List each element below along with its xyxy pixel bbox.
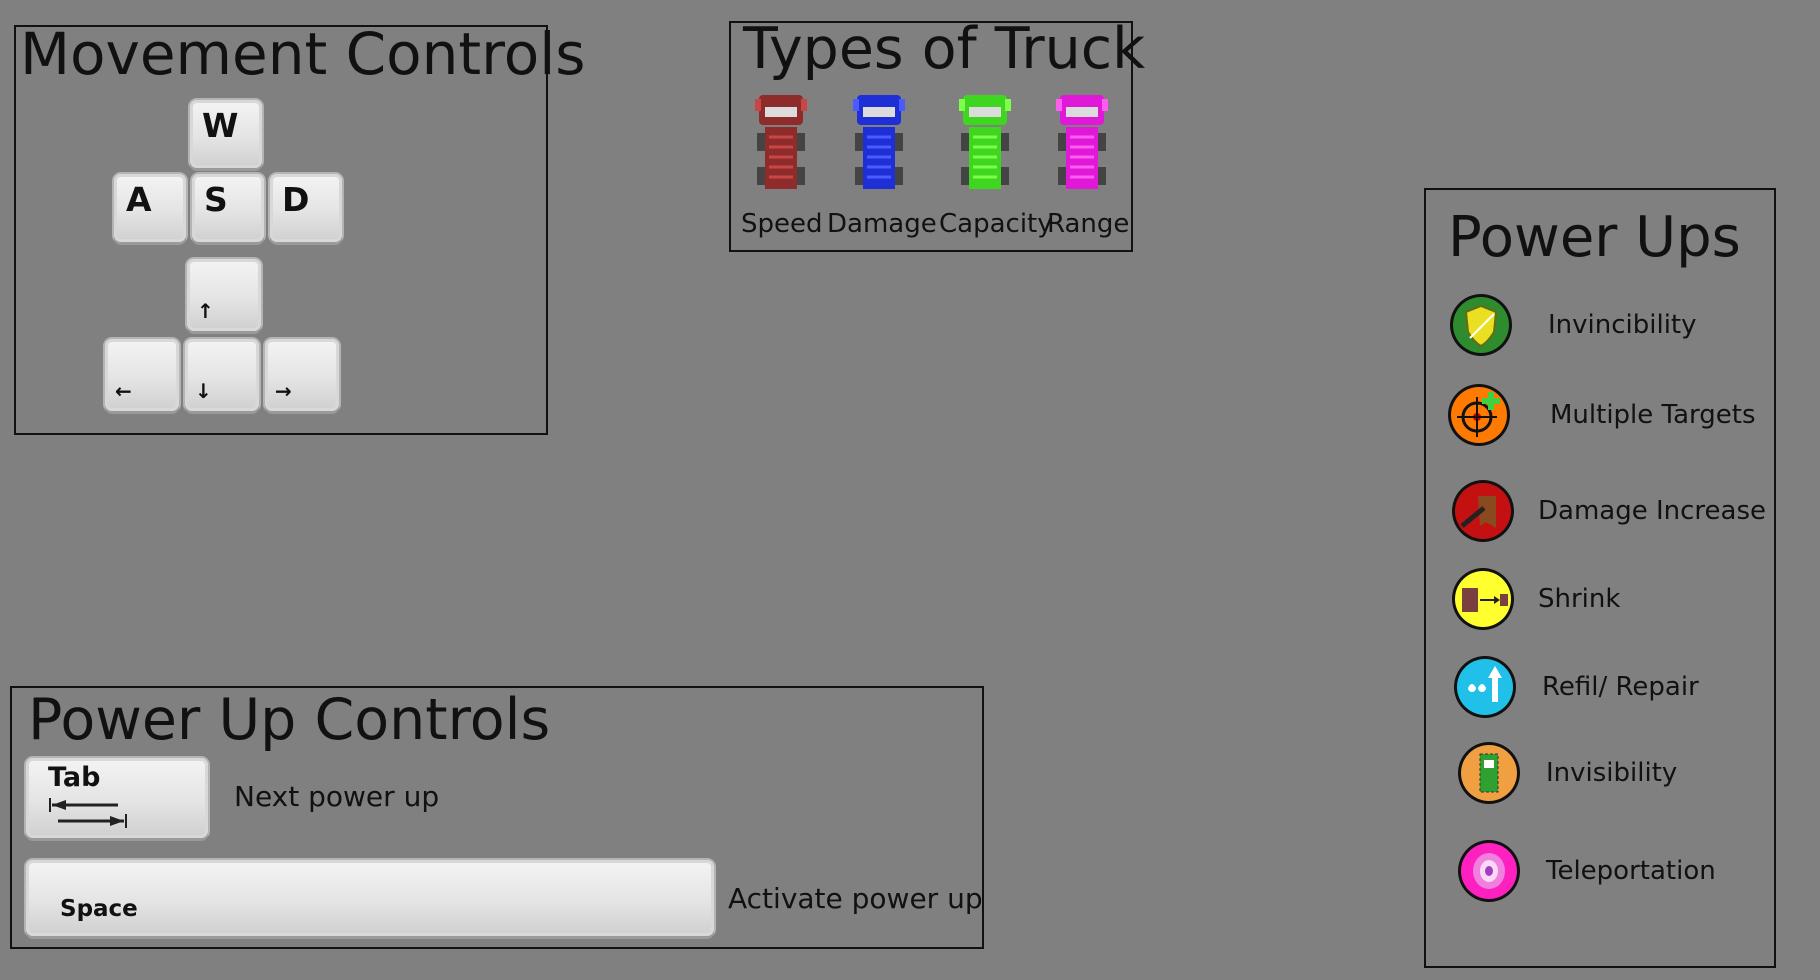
- power-up-label: Refil/ Repair: [1542, 672, 1699, 702]
- w-key-label: W: [202, 106, 239, 145]
- tab-key-label: Tab: [48, 762, 101, 793]
- range-truck-label: Range: [1047, 209, 1130, 239]
- damage-truck-icon: [853, 95, 905, 189]
- power-up-controls-title: Power Up Controls: [28, 687, 551, 753]
- truck-types-title: Types of Truck: [743, 16, 1146, 82]
- up-arrow-icon: ↑: [197, 299, 214, 323]
- tab-key-description: Next power up: [234, 780, 440, 813]
- capacity-truck-icon: [959, 95, 1011, 189]
- power-up-label: Invisibility: [1546, 758, 1678, 788]
- power-up-label: Damage Increase: [1538, 496, 1767, 526]
- power-up-label: Shrink: [1538, 584, 1621, 614]
- invisibility-icon: [1458, 742, 1520, 804]
- power-ups-panel: Power Ups Invincibility Multiple Targets D…: [1424, 188, 1776, 968]
- shield-icon: [1450, 294, 1512, 356]
- a-key[interactable]: A: [114, 174, 186, 242]
- space-key-label: Space: [60, 896, 138, 922]
- power-up-controls-panel: Power Up Controls Tab Next power up Spac…: [10, 686, 984, 949]
- right-arrow-icon: →: [275, 379, 292, 403]
- damage-icon: [1452, 480, 1514, 542]
- crosshair-icon: [1448, 384, 1510, 446]
- tab-key[interactable]: Tab: [26, 758, 208, 838]
- left-arrow-key[interactable]: ←: [105, 339, 179, 411]
- d-key-label: D: [282, 180, 310, 219]
- power-up-label: Invincibility: [1548, 310, 1697, 340]
- down-arrow-key[interactable]: ↓: [185, 339, 259, 411]
- down-arrow-icon: ↓: [195, 379, 212, 403]
- range-truck-icon: [1056, 95, 1108, 189]
- space-key-description: Activate power up: [728, 882, 983, 915]
- space-key[interactable]: Space: [26, 860, 714, 936]
- left-arrow-icon: ←: [115, 379, 132, 403]
- a-key-label: A: [126, 180, 152, 219]
- movement-controls-title: Movement Controls: [20, 20, 586, 88]
- up-arrow-key[interactable]: ↑: [187, 259, 261, 331]
- s-key[interactable]: S: [192, 174, 264, 242]
- s-key-label: S: [204, 180, 228, 219]
- speed-truck-icon: [755, 95, 807, 189]
- damage-truck-label: Damage: [827, 209, 937, 239]
- right-arrow-key[interactable]: →: [265, 339, 339, 411]
- shrink-icon: [1452, 568, 1514, 630]
- d-key[interactable]: D: [270, 174, 342, 242]
- w-key[interactable]: W: [190, 100, 262, 168]
- refill-icon: [1454, 656, 1516, 718]
- capacity-truck-label: Capacity: [939, 209, 1053, 239]
- tab-arrows-icon: [49, 798, 127, 828]
- movement-controls-panel: Movement Controls W A S D ↑ ← ↓ →: [14, 25, 586, 435]
- teleport-icon: [1458, 840, 1520, 902]
- speed-truck-label: Speed: [741, 209, 823, 239]
- power-up-label: Multiple Targets: [1550, 400, 1756, 430]
- power-ups-title: Power Ups: [1448, 205, 1741, 270]
- truck-types-panel: Types of Truck Speed Damage Capacity Range: [729, 21, 1145, 252]
- power-up-label: Teleportation: [1546, 856, 1716, 886]
